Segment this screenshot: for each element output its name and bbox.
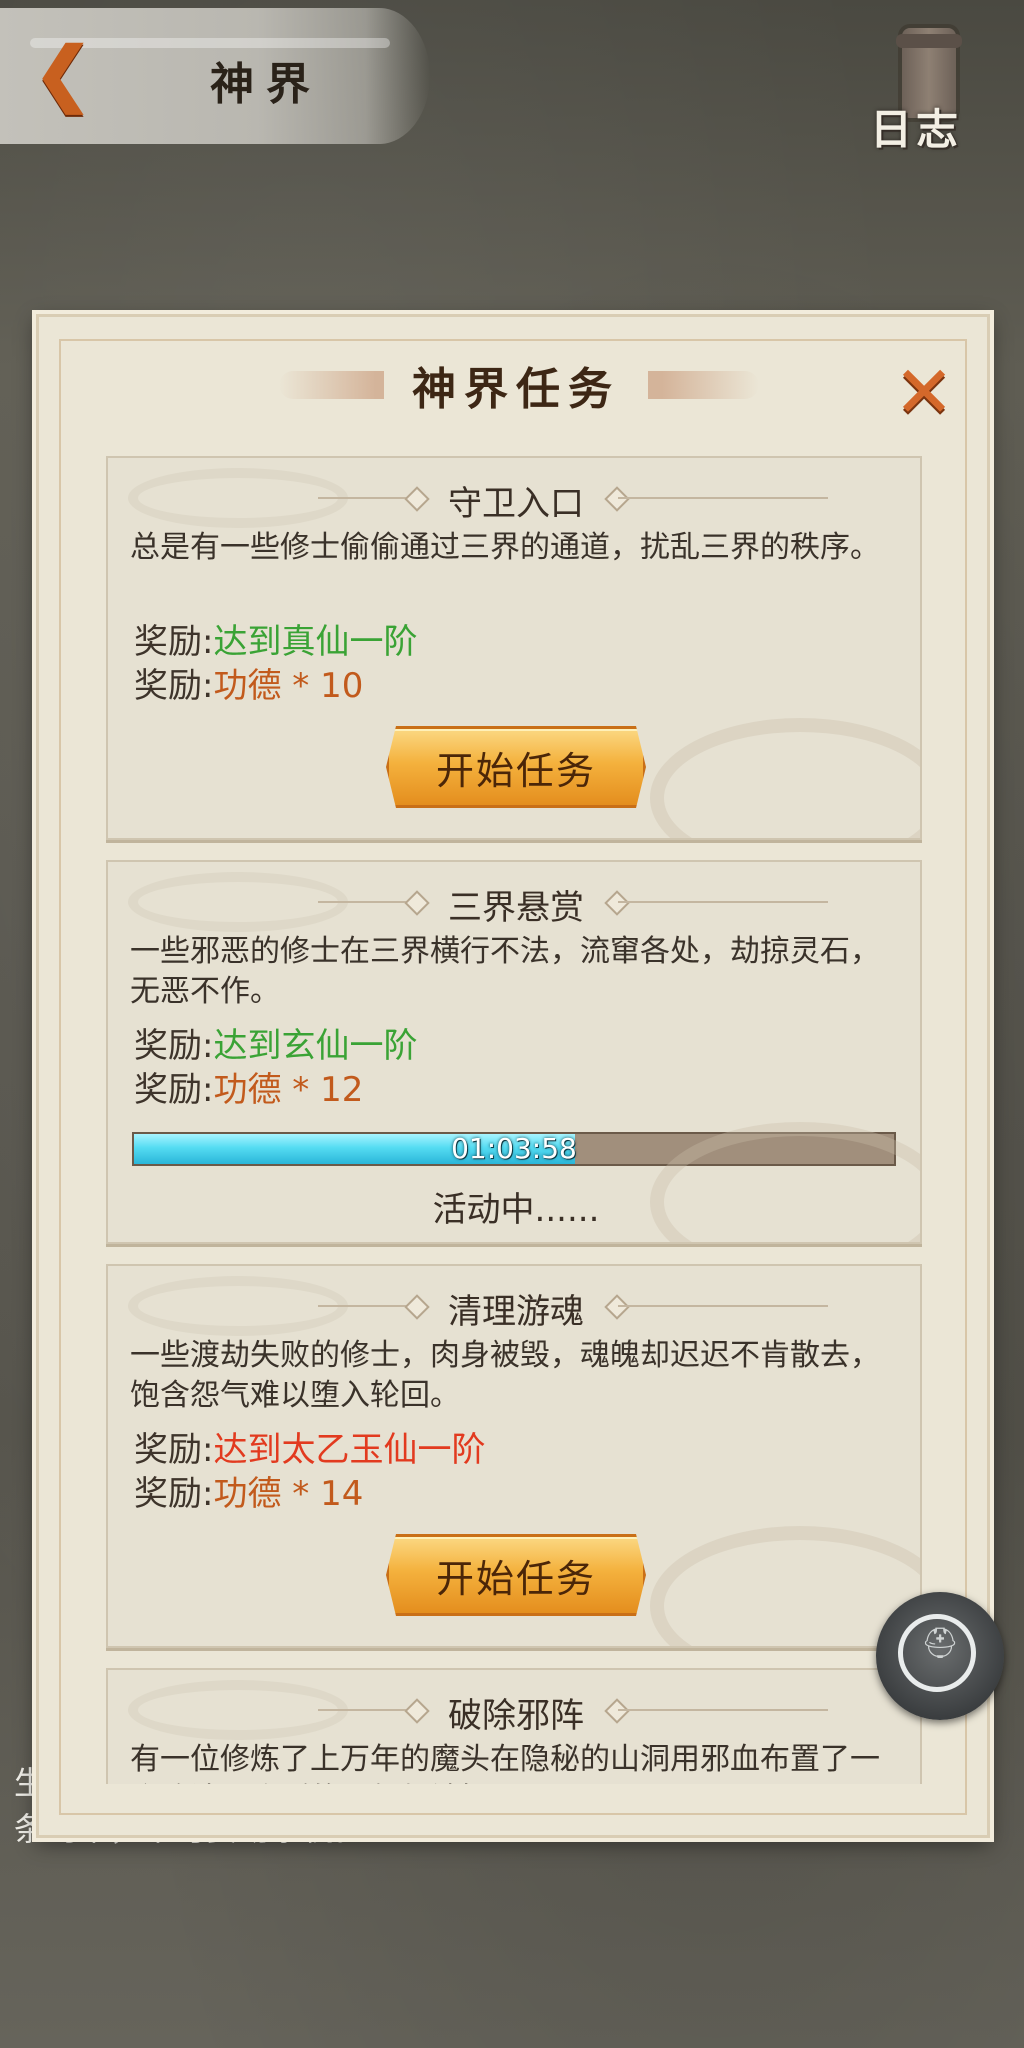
task-status: 活动中...... xyxy=(432,1190,600,1230)
close-icon: ✕ xyxy=(893,350,955,434)
chevron-left-icon: ❮ xyxy=(33,31,93,114)
reward-line: 奖励:功德 * 12 xyxy=(134,1062,363,1111)
reward-value: 达到真仙一阶 xyxy=(213,622,418,662)
log-button[interactable]: 日志 xyxy=(860,18,990,158)
task-card: 破除邪阵 有一位修炼了上万年的魔头在隐秘的山洞用邪血布置了一个阵法，附近的灵气都… xyxy=(106,1668,922,1784)
panel-header: 神界任务 xyxy=(39,353,993,423)
close-button[interactable]: ✕ xyxy=(890,350,958,434)
task-card: 守卫入口 总是有一些修士偷偷通过三界的通道，扰乱三界的秩序。 奖励:达到真仙一阶… xyxy=(106,456,922,840)
reward-value: 功德 * 12 xyxy=(213,1070,364,1110)
card-title-row: 破除邪阵 xyxy=(108,1678,920,1738)
reward-label: 奖励: xyxy=(134,1430,214,1470)
task-description: 一些渡劫失败的修士，肉身被毁，魂魄却迟迟不肯散去，饱含怨气难以堕入轮回。 xyxy=(130,1338,880,1413)
reward-line: 奖励:功德 * 10 xyxy=(134,658,363,707)
task-description: 有一位修炼了上万年的魔头在隐秘的山洞用邪血布置了一个阵法，附近的灵气都被损了 xyxy=(130,1742,880,1784)
reward-line: 奖励:达到真仙一阶 xyxy=(134,614,417,663)
reward-label: 奖励: xyxy=(134,1026,214,1066)
task-card: 清理游魂 一些渡劫失败的修士，肉身被毁，魂魄却迟迟不肯散去，饱含怨气难以堕入轮回… xyxy=(106,1264,922,1648)
reward-line: 奖励:达到玄仙一阶 xyxy=(134,1018,417,1067)
task-list[interactable]: 守卫入口 总是有一些修士偷偷通过三界的通道，扰乱三界的秩序。 奖励:达到真仙一阶… xyxy=(106,456,922,1784)
helmet-icon: ⛑ xyxy=(920,1626,960,1661)
reward-value: 达到太乙玉仙一阶 xyxy=(213,1430,486,1470)
task-card: 三界悬赏 一些邪恶的修士在三界横行不法，流窜各处，劫掠灵石，无恶不作。 奖励:达… xyxy=(106,860,922,1244)
task-title: 清理游魂 xyxy=(448,1292,584,1332)
reward-line: 奖励:功德 * 14 xyxy=(134,1466,363,1515)
reward-value: 达到玄仙一阶 xyxy=(213,1026,418,1066)
log-label: 日志 xyxy=(870,105,963,154)
page-title: 神界 xyxy=(210,59,322,110)
task-description: 一些邪恶的修士在三界横行不法，流窜各处，劫掠灵石，无恶不作。 xyxy=(130,934,880,1009)
task-progress-bar: 01:03:58 xyxy=(132,1132,896,1166)
reward-label: 奖励: xyxy=(134,1474,214,1514)
reward-value: 功德 * 14 xyxy=(213,1474,364,1514)
back-button[interactable]: ❮ xyxy=(28,38,98,108)
card-title-row: 三界悬赏 xyxy=(108,870,920,930)
card-title-row: 守卫入口 xyxy=(108,466,920,526)
task-description: 总是有一些修士偷偷通过三界的通道，扰乱三界的秩序。 xyxy=(130,530,880,565)
task-title: 破除邪阵 xyxy=(448,1696,584,1736)
panel-title: 神界任务 xyxy=(384,353,648,417)
card-title-row: 清理游魂 xyxy=(108,1274,920,1334)
reward-label: 奖励: xyxy=(134,1070,214,1110)
task-title: 守卫入口 xyxy=(448,484,584,524)
reward-label: 奖励: xyxy=(134,666,214,706)
reward-value: 功德 * 10 xyxy=(213,666,364,706)
start-task-button[interactable]: 开始任务 xyxy=(386,1534,646,1616)
top-bar: ❮ 神界 日志 xyxy=(0,0,1024,154)
reward-label: 奖励: xyxy=(134,622,214,662)
task-title: 三界悬赏 xyxy=(448,888,584,928)
progress-timer: 01:03:58 xyxy=(451,1132,577,1165)
start-task-button[interactable]: 开始任务 xyxy=(386,726,646,808)
floating-menu-button[interactable]: ⛑ xyxy=(876,1592,1004,1720)
reward-line: 奖励:达到太乙玉仙一阶 xyxy=(134,1422,485,1471)
